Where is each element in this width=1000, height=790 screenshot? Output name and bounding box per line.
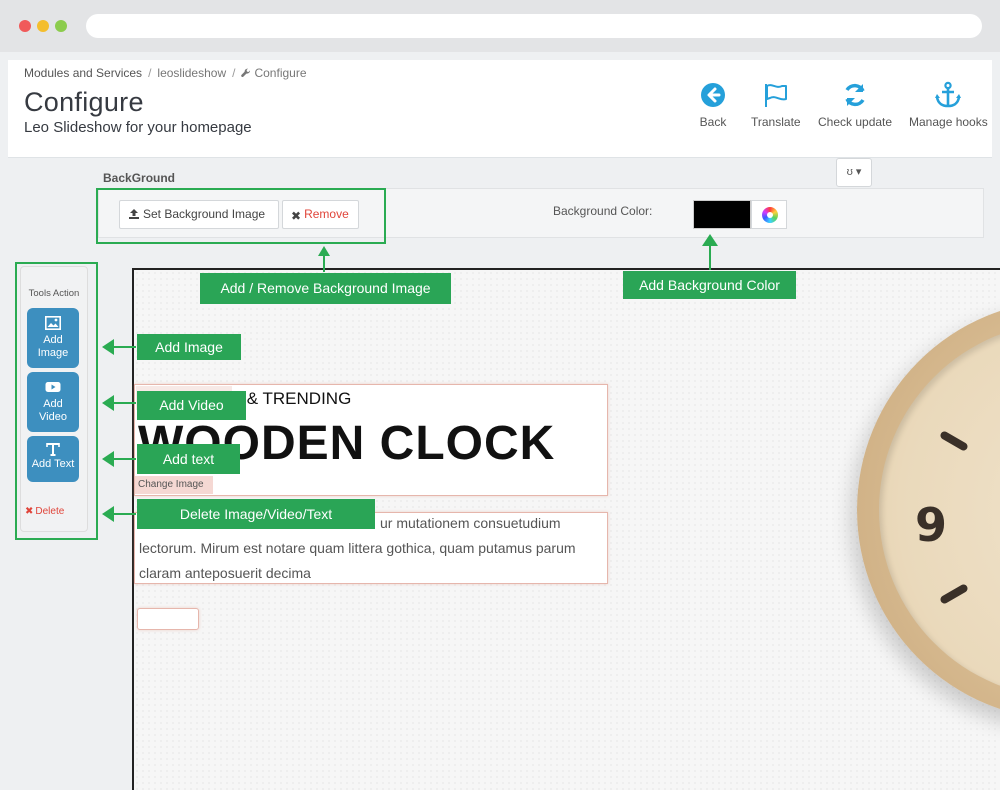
arrow-left-circle-icon <box>701 83 725 107</box>
window-maximize-dot[interactable] <box>55 20 67 32</box>
wooden-clock-image: 9 <box>857 300 1000 720</box>
back-label: Back <box>699 115 727 129</box>
description-line: lectorum. Mirum est notare quam littera … <box>139 540 576 556</box>
language-dropdown-value: ʊ <box>846 166 853 178</box>
refresh-icon <box>845 83 865 107</box>
page-title: Configure <box>24 87 144 117</box>
page-subtitle: Leo Slideshow for your homepage <box>24 119 252 136</box>
callout-add-background-color: Add Background Color <box>623 271 796 299</box>
check-update-label: Check update <box>818 115 893 129</box>
callout-add-video: Add Video <box>137 391 246 420</box>
background-highlight-box <box>96 188 386 244</box>
breadcrumb-separator: / <box>232 66 236 80</box>
manage-hooks-button[interactable]: Manage hooks <box>909 81 988 129</box>
background-heading: BackGround <box>103 171 176 185</box>
check-update-button[interactable]: Check update <box>818 81 892 129</box>
description-line: ur mutationem consuetudium <box>380 515 561 531</box>
wrench-icon <box>241 68 251 77</box>
back-button[interactable]: Back <box>699 81 727 129</box>
manage-hooks-label: Manage hooks <box>909 115 988 129</box>
background-color-label: Background Color: <box>553 204 653 218</box>
breadcrumb-modules[interactable]: Modules and Services <box>24 66 142 80</box>
color-picker-button[interactable] <box>751 200 787 229</box>
slide-button-layer[interactable] <box>137 608 199 630</box>
language-dropdown[interactable]: ʊ ▾ <box>836 158 872 187</box>
breadcrumb-leoslideshow[interactable]: leoslideshow <box>157 66 226 80</box>
window-close-dot[interactable] <box>19 20 31 32</box>
slide-pretitle: Y & TRENDING <box>231 389 352 408</box>
clock-number: 9 <box>915 498 948 552</box>
callout-delete: Delete Image/Video/Text <box>137 499 375 529</box>
breadcrumb-separator: / <box>148 66 152 80</box>
tools-highlight-box <box>15 262 98 540</box>
translate-button[interactable]: Translate <box>751 81 801 129</box>
browser-chrome <box>0 0 1000 52</box>
color-wheel-icon <box>762 207 778 223</box>
clock-tick <box>939 583 969 605</box>
anchor-icon <box>935 81 962 108</box>
breadcrumb-configure: Configure <box>241 66 307 80</box>
breadcrumb-configure-label: Configure <box>254 66 307 80</box>
background-color-swatch[interactable] <box>693 200 751 229</box>
window-minimize-dot[interactable] <box>37 20 49 32</box>
clock-tick <box>939 430 969 452</box>
caret-down-icon: ▾ <box>855 166 862 178</box>
description-line: claram anteposuerit decima <box>139 565 311 581</box>
change-image-button[interactable]: Change Image <box>135 476 213 494</box>
callout-add-text: Add text <box>137 444 240 474</box>
clock-dial: 9 <box>879 322 1000 698</box>
translate-label: Translate <box>751 115 801 129</box>
breadcrumb: Modules and Services / leoslideshow / Config… <box>24 66 307 80</box>
callout-add-image: Add Image <box>137 334 241 360</box>
page-header: Modules and Services / leoslideshow / Config… <box>8 60 992 158</box>
address-bar[interactable] <box>86 14 982 38</box>
flag-icon <box>764 84 787 107</box>
callout-add-remove-background: Add / Remove Background Image <box>200 273 451 304</box>
